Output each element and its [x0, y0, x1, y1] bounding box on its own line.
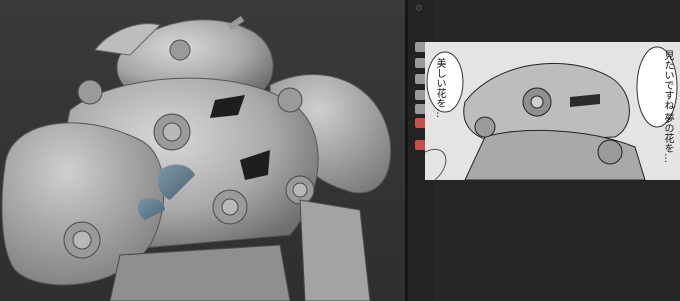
manga-drawing	[425, 42, 680, 180]
speech-bubble-left: 美しい花を…	[434, 58, 445, 118]
settings-gear-icon[interactable]: ⚙	[415, 4, 425, 14]
speech-bubble-right: 見たいですね 夢の花を…	[662, 50, 673, 164]
manga-reference-image: 美しい花を… 見たいですね 夢の花を…	[425, 42, 680, 180]
3d-viewport[interactable]	[0, 0, 405, 301]
robot-model	[1, 15, 392, 301]
